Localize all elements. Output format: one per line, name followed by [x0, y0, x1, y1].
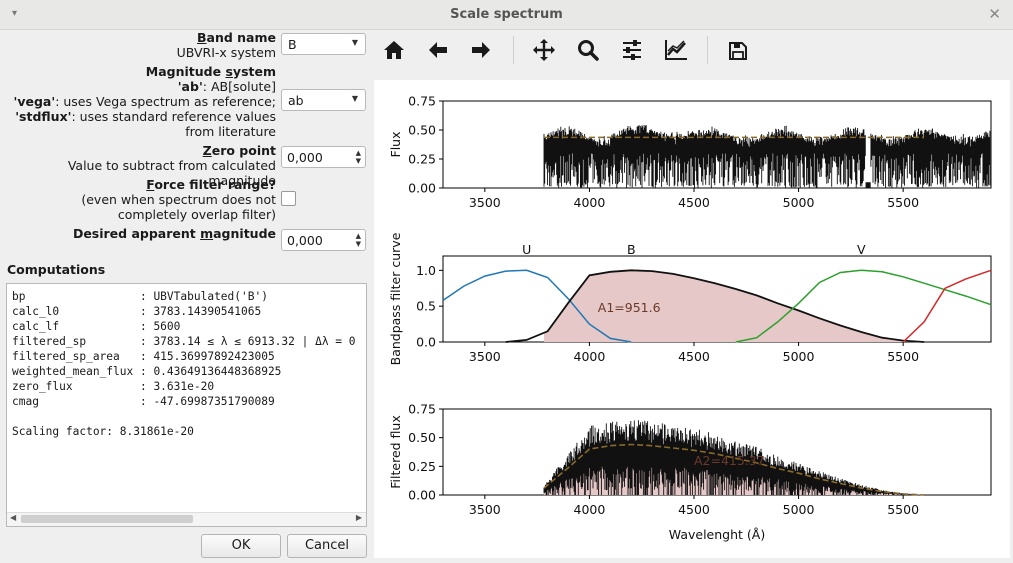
spin-up-icon[interactable]: ▲: [356, 233, 361, 240]
x-tick-label: 5500: [887, 349, 919, 364]
x-tick-label: 4500: [678, 349, 710, 364]
forward-arrow-icon[interactable]: [466, 35, 496, 65]
magnitude-system-select[interactable]: ab ▼: [281, 89, 366, 111]
horizontal-scrollbar[interactable]: ◀ ▶: [7, 512, 366, 526]
y-tick-label: 0.50: [408, 123, 436, 138]
y-tick-label: 1.0: [416, 263, 436, 278]
filter-label-v: V: [857, 242, 866, 257]
window-title: Scale spectrum: [450, 7, 563, 22]
y-axis-label: Bandpass filter curve: [388, 232, 403, 365]
title-bar: ▾ Scale spectrum ✕: [0, 0, 1013, 30]
cancel-button[interactable]: Cancel: [287, 534, 367, 558]
x-tick-label: 5000: [783, 195, 815, 210]
zero-point-spinbox[interactable]: 0,000 ▲ ▼: [281, 146, 366, 168]
area-label-a1: A1=951.6: [598, 300, 661, 315]
spin-up-icon[interactable]: ▲: [356, 150, 361, 157]
force-filter-range-checkbox[interactable]: [281, 191, 296, 206]
save-icon[interactable]: [723, 35, 753, 65]
desired-magnitude-label: Desired apparent magnitude: [72, 226, 276, 241]
close-icon[interactable]: ✕: [988, 5, 1001, 23]
y-tick-label: 0.25: [408, 459, 436, 474]
x-tick-label: 5000: [783, 349, 815, 364]
x-tick-label: 4000: [574, 349, 606, 364]
desired-magnitude-spinbox[interactable]: 0,000 ▲ ▼: [281, 229, 366, 251]
computations-heading: Computations: [7, 262, 106, 277]
filter-label-u: U: [522, 242, 531, 257]
pan-icon[interactable]: [529, 35, 559, 65]
flux-spectrum-line: [543, 125, 991, 188]
band-name-label: Band name UBVRI-x system: [176, 30, 276, 60]
chevron-down-icon: ▼: [351, 38, 358, 47]
band-name-select[interactable]: B ▼: [281, 33, 366, 55]
y-tick-label: 0.5: [416, 299, 436, 314]
x-tick-label: 3500: [469, 195, 501, 210]
filter-label-b: B: [627, 242, 636, 257]
y-tick-label: 0.0: [416, 335, 436, 350]
area-label-a2: A2=415.37: [694, 453, 765, 468]
x-tick-label: 3500: [469, 349, 501, 364]
x-tick-label: 4000: [574, 195, 606, 210]
scroll-right-icon[interactable]: ▶: [356, 513, 362, 522]
force-filter-range-label: Force filter range? (even when spectrum …: [81, 177, 276, 222]
y-tick-label: 0.75: [408, 94, 436, 109]
y-axis-label: Flux: [388, 132, 403, 158]
x-tick-label: 4000: [574, 502, 606, 517]
y-tick-label: 0.75: [408, 402, 436, 417]
y-axis-label: Filtered flux: [388, 415, 403, 488]
computations-content: bp : UBVTabulated('B') calc_l0 : 3783.14…: [12, 290, 356, 438]
x-tick-label: 4500: [678, 195, 710, 210]
y-tick-label: 0.00: [408, 181, 436, 196]
plot-canvas[interactable]: 3500 4000 4500 5000 5500 0.00 0.25 0.50 0.75 Flux…: [374, 80, 1010, 558]
y-tick-label: 0.50: [408, 430, 436, 445]
x-tick-label: 3500: [469, 502, 501, 517]
toolbar-separator: [513, 36, 514, 64]
spin-down-icon[interactable]: ▼: [356, 158, 361, 165]
y-tick-label: 0.00: [408, 488, 436, 503]
x-tick-label: 4500: [678, 502, 710, 517]
subplots-config-icon[interactable]: [617, 35, 647, 65]
axes-edit-icon[interactable]: [661, 35, 691, 65]
spin-down-icon[interactable]: ▼: [356, 241, 361, 248]
toolbar-separator: [707, 36, 708, 64]
zoom-icon[interactable]: [573, 35, 603, 65]
magnitude-system-label: Magnitude system 'ab': AB[solute] 'vega'…: [13, 64, 276, 139]
x-tick-label: 5000: [783, 502, 815, 517]
x-tick-label: 5500: [887, 502, 919, 517]
back-arrow-icon[interactable]: [423, 35, 453, 65]
home-icon[interactable]: [379, 35, 409, 65]
scroll-left-icon[interactable]: ◀: [10, 513, 16, 522]
scrollbar-thumb[interactable]: [21, 515, 193, 523]
ok-button[interactable]: OK: [201, 534, 281, 558]
computations-text[interactable]: bp : UBVTabulated('B') calc_l0 : 3783.14…: [6, 283, 367, 527]
plots-svg: 3500 4000 4500 5000 5500 0.00 0.25 0.50 0.75 Flux…: [388, 94, 992, 542]
x-tick-label: 5500: [887, 195, 919, 210]
y-tick-label: 0.25: [408, 152, 436, 167]
chevron-down-icon: ▼: [351, 94, 358, 103]
x-axis-label: Wavelenght (Å): [669, 527, 765, 542]
